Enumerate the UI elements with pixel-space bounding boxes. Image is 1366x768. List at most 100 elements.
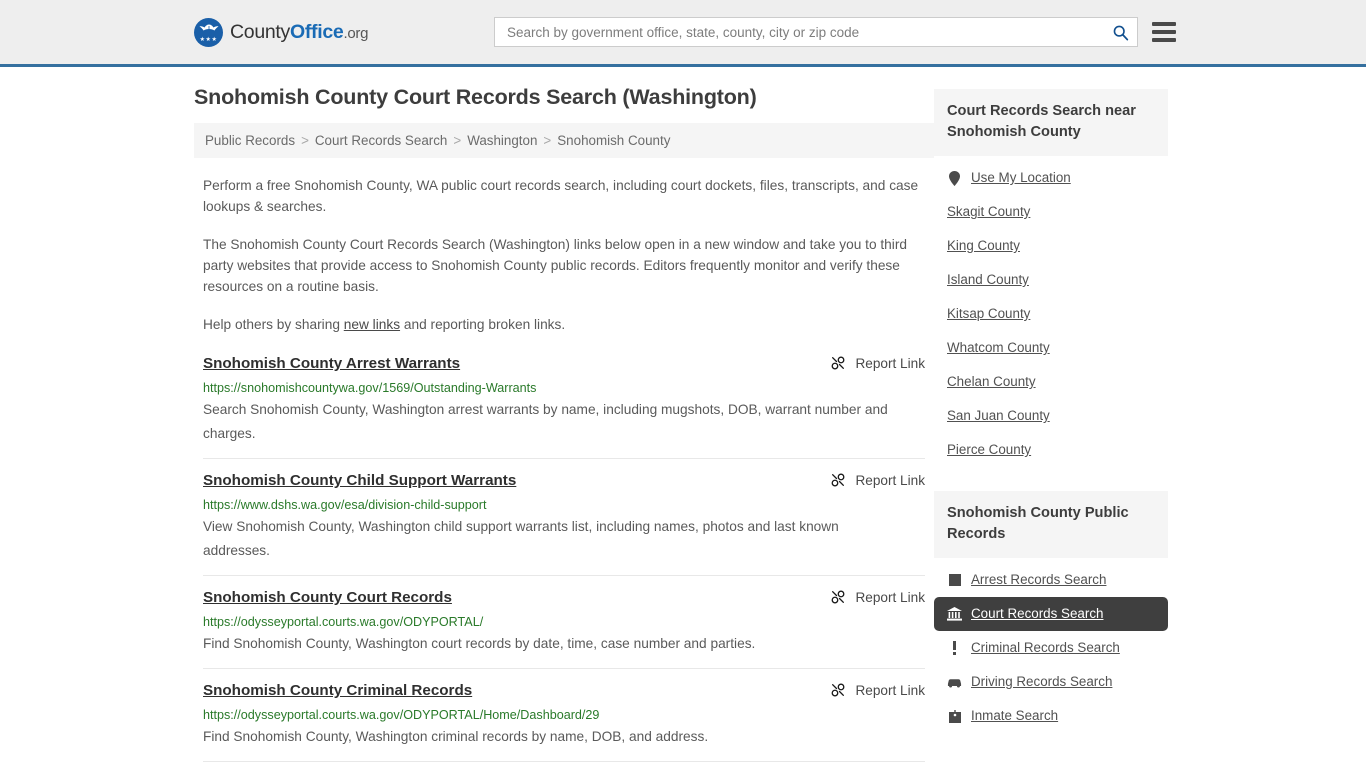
breadcrumb-item-snohomish-county[interactable]: Snohomish County <box>557 133 670 148</box>
sidebar-link-label[interactable]: Whatcom County <box>947 339 1050 357</box>
report-link-button[interactable]: Report Link <box>830 681 925 698</box>
result-url: https://odysseyportal.courts.wa.gov/ODYP… <box>203 615 484 629</box>
report-link-button[interactable]: Report Link <box>830 354 925 371</box>
sidebar-item-criminal-records-search[interactable]: Criminal Records Search <box>934 631 1168 665</box>
breadcrumb-separator: > <box>301 133 309 148</box>
hamburger-bar <box>1152 30 1176 34</box>
new-links-link[interactable]: new links <box>344 317 400 332</box>
sidebar-link-label[interactable]: Island County <box>947 271 1029 289</box>
sidebar-link-label[interactable]: Arrest Records Search <box>971 571 1106 589</box>
public-records-card: Snohomish County Public Records Arrest R… <box>934 491 1168 733</box>
result-item: Snohomish County Arrest Warrants Report … <box>203 354 925 459</box>
page-container: Snohomish County Court Records Search (W… <box>0 67 1366 768</box>
exclamation-icon <box>947 641 962 656</box>
sidebar-item-san-juan-county[interactable]: San Juan County <box>934 399 1168 433</box>
breadcrumb-item-washington[interactable]: Washington <box>467 133 537 148</box>
result-title-link[interactable]: Snohomish County Court Records <box>203 588 452 608</box>
sidebar-link-label[interactable]: Inmate Search <box>971 707 1058 725</box>
sidebar-item-skagit-county[interactable]: Skagit County <box>934 195 1168 229</box>
eagle-glyph-icon <box>199 24 218 30</box>
result-title-link[interactable]: Snohomish County Arrest Warrants <box>203 354 460 374</box>
page-title: Snohomish County Court Records Search (W… <box>194 85 757 109</box>
report-link-button[interactable]: Report Link <box>830 471 925 488</box>
sidebar-item-inmate-search[interactable]: Inmate Search <box>934 699 1168 733</box>
sidebar-link-label[interactable]: Skagit County <box>947 203 1030 221</box>
site-header: ★★★ CountyOffice.org <box>0 0 1366 67</box>
logo-text-county: County <box>230 20 290 43</box>
sidebar-item-court-records-search[interactable]: Court Records Search <box>934 597 1168 631</box>
result-item: Snohomish County Criminal Records Report… <box>203 681 925 762</box>
sidebar-link-label[interactable]: Driving Records Search <box>971 673 1112 691</box>
search-input[interactable] <box>507 24 1112 40</box>
result-url: https://snohomishcountywa.gov/1569/Outst… <box>203 381 537 395</box>
sidebar: Court Records Search near Snohomish Coun… <box>934 67 1168 768</box>
sidebar-item-pierce-county[interactable]: Pierce County <box>934 433 1168 467</box>
results-list: Snohomish County Arrest Warrants Report … <box>194 354 934 768</box>
result-title-link[interactable]: Snohomish County Child Support Warrants <box>203 471 516 491</box>
sidebar-link-label[interactable]: Kitsap County <box>947 305 1030 323</box>
sidebar-item-kitsap-county[interactable]: Kitsap County <box>934 297 1168 331</box>
stars-glyph-icon: ★★★ <box>199 36 218 43</box>
sidebar-item-whatcom-county[interactable]: Whatcom County <box>934 331 1168 365</box>
sidebar-link-label[interactable]: Chelan County <box>947 373 1036 391</box>
intro-paragraph-1: Perform a free Snohomish County, WA publ… <box>203 178 919 214</box>
square-icon <box>947 573 962 588</box>
sidebar-link-label[interactable]: San Juan County <box>947 407 1050 425</box>
result-description: Find Snohomish County, Washington crimin… <box>203 729 709 744</box>
intro-paragraph-2: The Snohomish County Court Records Searc… <box>203 237 908 294</box>
broken-link-icon <box>832 683 845 697</box>
broken-link-icon <box>832 356 845 370</box>
sidebar-item-use-my-location[interactable]: Use My Location <box>934 161 1168 195</box>
sidebar-item-island-county[interactable]: Island County <box>934 263 1168 297</box>
result-url: https://odysseyportal.courts.wa.gov/ODYP… <box>203 708 600 722</box>
intro-p3-after: and reporting broken links. <box>400 317 566 332</box>
sidebar-link-label[interactable]: King County <box>947 237 1020 255</box>
main-column: Snohomish County Court Records Search (W… <box>194 67 934 768</box>
broken-link-icon <box>832 590 845 604</box>
sidebar-link-label[interactable]: Use My Location <box>971 169 1071 187</box>
logo-text-org: .org <box>343 24 369 42</box>
breadcrumb-separator: > <box>453 133 462 148</box>
hamburger-bar <box>1152 38 1176 42</box>
countyoffice-eagle-logo-icon: ★★★ <box>194 17 223 47</box>
nearby-counties-card: Court Records Search near Snohomish Coun… <box>934 89 1168 467</box>
sidebar-item-chelan-county[interactable]: Chelan County <box>934 365 1168 399</box>
site-logo-text: CountyOffice.org <box>230 21 368 44</box>
breadcrumb: Public Records > Court Records Search > Wash… <box>194 123 934 158</box>
intro-text: Perform a free Snohomish County, WA publ… <box>194 175 934 335</box>
report-link-label: Report Link <box>855 682 925 698</box>
report-link-label: Report Link <box>855 355 925 371</box>
report-link-button[interactable]: Report Link <box>830 588 925 605</box>
result-title-link[interactable]: Snohomish County Criminal Records <box>203 681 472 701</box>
courthouse-icon <box>947 607 962 622</box>
report-link-label: Report Link <box>855 589 925 605</box>
search-icon[interactable] <box>1112 24 1129 41</box>
result-description: View Snohomish County, Washington child … <box>203 519 839 558</box>
intro-paragraph-3: Help others by sharing new links and rep… <box>203 314 925 335</box>
breadcrumb-separator: > <box>543 133 552 148</box>
search-box[interactable] <box>494 17 1138 47</box>
result-description: Find Snohomish County, Washington court … <box>203 636 756 651</box>
breadcrumb-item-public-records[interactable]: Public Records <box>205 133 295 148</box>
sidebar-link-label[interactable]: Pierce County <box>947 441 1031 459</box>
car-icon <box>947 675 962 690</box>
site-logo[interactable]: ★★★ CountyOffice.org <box>194 17 368 47</box>
result-item: Snohomish County Court Records Report Li… <box>203 588 925 669</box>
breadcrumb-item-court-records-search[interactable]: Court Records Search <box>315 133 447 148</box>
result-item: Snohomish County Child Support Warrants … <box>203 471 925 576</box>
result-description: Search Snohomish County, Washington arre… <box>203 402 888 441</box>
header-search-area <box>494 17 1176 47</box>
nearby-counties-heading: Court Records Search near Snohomish Coun… <box>934 89 1168 156</box>
sidebar-link-label[interactable]: Court Records Search <box>971 605 1103 623</box>
result-url: https://www.dshs.wa.gov/esa/division-chi… <box>203 498 487 512</box>
sidebar-link-label[interactable]: Criminal Records Search <box>971 639 1120 657</box>
logo-text-office: Office <box>290 20 344 43</box>
map-pin-icon <box>947 170 962 186</box>
sidebar-item-arrest-records-search[interactable]: Arrest Records Search <box>934 563 1168 597</box>
hamburger-menu-icon[interactable] <box>1152 22 1176 42</box>
hamburger-bar <box>1152 22 1176 26</box>
sidebar-item-king-county[interactable]: King County <box>934 229 1168 263</box>
report-link-label: Report Link <box>855 472 925 488</box>
intro-p3-before: Help others by sharing <box>203 317 344 332</box>
sidebar-item-driving-records-search[interactable]: Driving Records Search <box>934 665 1168 699</box>
